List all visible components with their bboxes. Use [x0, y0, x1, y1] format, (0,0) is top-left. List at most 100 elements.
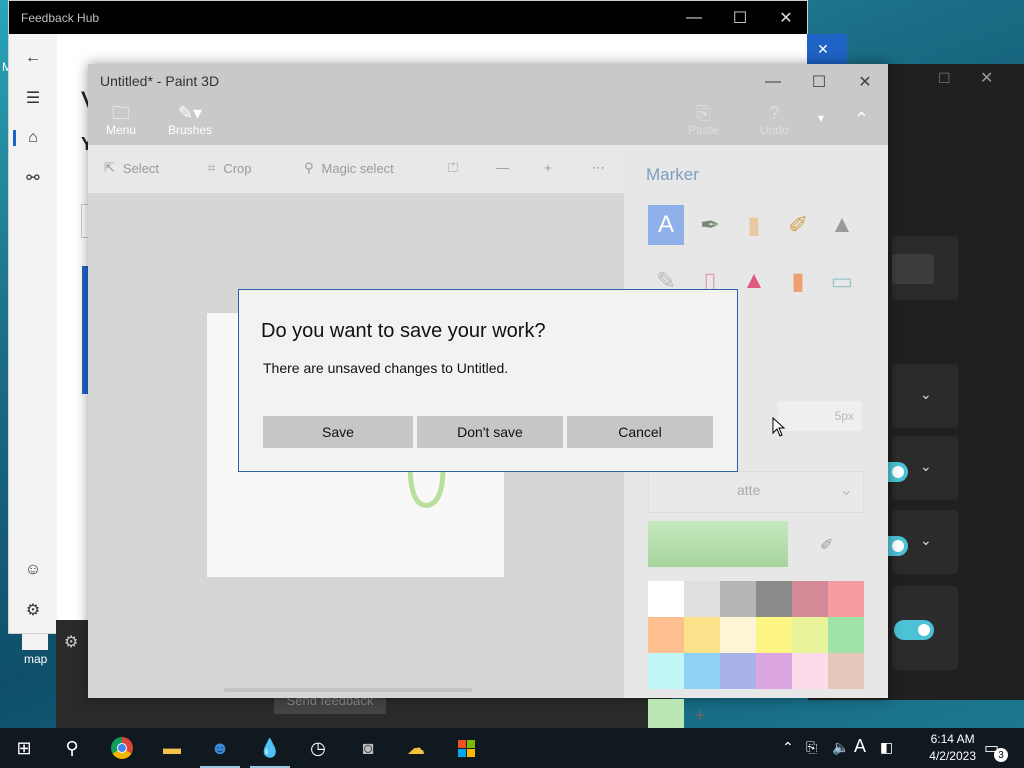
fill-bucket-brush[interactable]: ▭	[824, 261, 860, 301]
home-icon[interactable]: ⌂	[9, 118, 57, 158]
settings-maximize-button[interactable]: ☐	[938, 70, 951, 87]
clock[interactable]: 6:14 AM 4/2/2023	[929, 731, 976, 765]
close-button[interactable]: ✕	[842, 64, 888, 99]
feedback-hub-title: Feedback Hub	[21, 10, 100, 25]
spray-can-brush[interactable]: ▮	[780, 261, 816, 301]
dont-save-button[interactable]: Don't save	[417, 416, 563, 448]
maximize-button[interactable]: ☐	[717, 1, 763, 34]
palette-swatch[interactable]	[720, 653, 756, 689]
palette-swatch[interactable]	[756, 617, 792, 653]
collapse-ribbon-icon[interactable]: ⌃	[854, 109, 869, 130]
settings-expander[interactable]: ⌄	[892, 364, 958, 428]
marker-brush[interactable]: A	[648, 205, 684, 245]
paste-button[interactable]: ⎘ Paste	[688, 103, 719, 137]
microsoft-store-icon[interactable]	[452, 734, 480, 762]
zoom-in-icon[interactable]: +	[544, 160, 552, 175]
palette-swatch[interactable]	[648, 581, 684, 617]
save-button[interactable]: Save	[263, 416, 413, 448]
crop-tool[interactable]: ⌗ Crop	[208, 160, 252, 176]
feedback-icon[interactable]: ⚯	[9, 158, 57, 198]
ime-icon[interactable]: ◧	[880, 739, 893, 756]
palette-swatch[interactable]	[792, 653, 828, 689]
show-hidden-icons-icon[interactable]: ⌃	[782, 739, 794, 756]
sticker-icon[interactable]: ⏍	[448, 160, 458, 176]
cursor-icon: ⇱	[104, 160, 115, 175]
select-tool[interactable]: ⇱ Select	[104, 160, 159, 176]
paint3d-taskbar-icon[interactable]: 💧	[256, 734, 284, 762]
undo-button[interactable]: ? Undo	[760, 103, 789, 137]
horizontal-scrollbar[interactable]	[224, 688, 472, 692]
palette-swatch[interactable]	[720, 581, 756, 617]
camera-icon[interactable]: ◙	[354, 734, 382, 762]
menu-button[interactable]: 🗀 Menu	[106, 103, 136, 137]
current-color-swatch[interactable]	[648, 521, 788, 567]
action-center-icon[interactable]: ▭ 3	[984, 738, 1008, 762]
settings-gear-icon[interactable]: ⚙	[9, 590, 57, 630]
minimize-button[interactable]: —	[671, 1, 717, 34]
minimize-button[interactable]: —	[750, 64, 796, 99]
file-explorer-icon[interactable]: ▬	[158, 734, 186, 762]
back-arrow-icon[interactable]: ←	[9, 38, 57, 78]
magic-select-tool[interactable]: ⚲ Magic select	[304, 160, 394, 176]
palette-swatch[interactable]	[648, 653, 684, 689]
add-color-icon[interactable]: +	[694, 705, 706, 728]
desktop-map-label[interactable]: map	[24, 652, 47, 666]
alarms-clock-icon[interactable]: ◷	[304, 734, 332, 762]
palette-swatch[interactable]	[828, 617, 864, 653]
crayon-brush[interactable]: ▲	[736, 261, 772, 301]
brushes-label: Brushes	[168, 123, 213, 137]
add-account-icon[interactable]: ☺	[9, 550, 57, 590]
palette-swatch[interactable]	[684, 653, 720, 689]
settings-close-button[interactable]: ✕	[980, 68, 993, 88]
pixel-pen-brush[interactable]: ▲	[824, 205, 860, 245]
network-icon[interactable]: ⎘	[806, 739, 817, 756]
chevron-down-icon[interactable]: ⌄	[920, 532, 932, 549]
clock-date: 4/2/2023	[929, 749, 976, 763]
clock-time: 6:14 AM	[930, 732, 975, 746]
palette-swatch[interactable]	[648, 617, 684, 653]
search-icon[interactable]: ⚲	[58, 734, 86, 762]
feedback-hub-taskbar-icon[interactable]: ☻	[206, 734, 234, 762]
weather-icon[interactable]: ☁	[402, 734, 430, 762]
settings-expander-toggle[interactable]: ⌄	[868, 510, 958, 574]
settings-expander-toggle[interactable]: ⌄	[868, 436, 958, 500]
eyedropper-icon[interactable]: ✐	[820, 535, 833, 555]
settings-card-button[interactable]	[892, 254, 934, 284]
palette-swatch[interactable]	[756, 581, 792, 617]
watercolor-brush[interactable]: ✐	[780, 205, 816, 245]
palette-swatch[interactable]	[720, 617, 756, 653]
toggle-switch[interactable]	[894, 620, 934, 640]
start-windows-icon[interactable]: ⊞	[10, 734, 38, 762]
cancel-button[interactable]: Cancel	[567, 416, 713, 448]
undo-label: Undo	[760, 123, 789, 137]
paint3d-ribbon: 🗀 Menu ✎▾ Brushes ⎘ Paste ? Undo ▾ ⌃	[88, 99, 888, 145]
palette-swatch[interactable]	[792, 617, 828, 653]
more-dropdown-icon[interactable]: ▾	[818, 111, 824, 125]
volume-icon[interactable]: 🔈	[832, 739, 849, 756]
paste-icon: ⎘	[696, 103, 711, 123]
thickness-input[interactable]: 5px	[778, 401, 862, 431]
zoom-out-icon[interactable]: —	[496, 160, 509, 175]
chevron-down-icon[interactable]: ⌄	[920, 386, 932, 403]
hamburger-menu-icon[interactable]: ☰	[9, 78, 57, 118]
palette-swatch[interactable]	[684, 581, 720, 617]
language-icon[interactable]: A	[854, 736, 866, 757]
calligraphy-pen-brush[interactable]: ✒	[692, 205, 728, 245]
palette-swatch[interactable]	[792, 581, 828, 617]
settings-gear-icon[interactable]: ⚙	[64, 632, 78, 652]
notification-badge: 3	[994, 748, 1008, 762]
close-button[interactable]: ✕	[763, 1, 809, 34]
palette-swatch[interactable]	[684, 617, 720, 653]
palette-swatch[interactable]	[828, 581, 864, 617]
more-options-icon[interactable]: ⋯	[592, 160, 605, 176]
oil-brush[interactable]: ▮	[736, 205, 772, 245]
brushes-button[interactable]: ✎▾ Brushes	[168, 103, 212, 137]
finish-dropdown[interactable]: atte ⌄	[648, 471, 864, 513]
maximize-button[interactable]: ☐	[796, 64, 842, 99]
chevron-down-icon[interactable]: ⌄	[920, 458, 932, 475]
palette-swatch[interactable]	[828, 653, 864, 689]
palette-swatch[interactable]	[756, 653, 792, 689]
paint3d-tools-bar: ⇱ Select ⌗ Crop ⚲ Magic select ⏍ — + ⋯	[88, 145, 624, 193]
chrome-icon[interactable]	[108, 734, 136, 762]
nav-selected-indicator	[13, 130, 16, 146]
